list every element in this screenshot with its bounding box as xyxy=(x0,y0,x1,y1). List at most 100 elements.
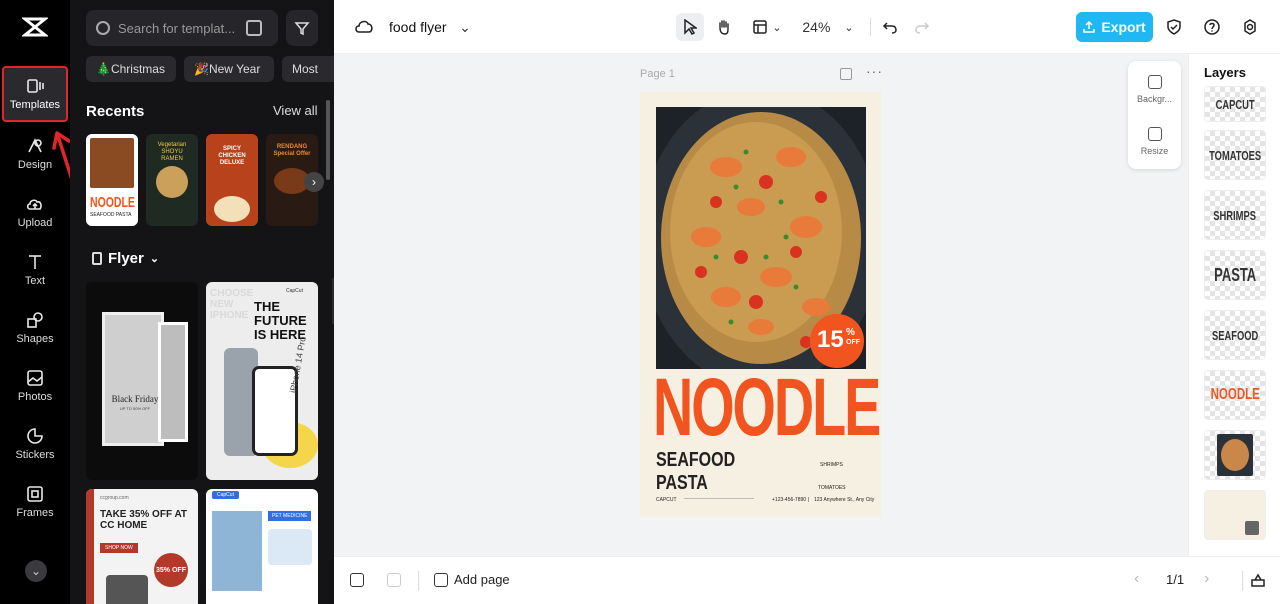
duplicate-icon[interactable] xyxy=(350,573,364,587)
poster-small-right-1[interactable]: SHRIMPS xyxy=(820,462,843,468)
document-name[interactable]: food flyer xyxy=(389,19,447,35)
poster-headline[interactable]: NOODLE xyxy=(653,364,881,452)
poster-phone[interactable]: +123-456-7890 xyxy=(772,497,806,503)
zoom-level: 24% xyxy=(802,19,831,35)
settings-button[interactable] xyxy=(1240,13,1260,41)
capcut-logo xyxy=(22,17,48,37)
layer-item[interactable]: NOODLE xyxy=(1204,370,1266,420)
poster-small-right-2[interactable]: TOMATOES xyxy=(818,485,846,491)
layer-item[interactable]: TOMATOES xyxy=(1204,130,1266,180)
recents-title: Recents xyxy=(86,103,145,120)
chip-new-year[interactable]: 🎉New Year xyxy=(184,56,274,82)
recent-thumb-chicken[interactable]: SPICY CHICKEN DELUXE xyxy=(206,134,258,226)
layer-item[interactable]: SHRIMPS xyxy=(1204,190,1266,240)
poster-brand[interactable]: CAPCUT xyxy=(656,497,677,503)
poster-sub1[interactable]: SEAFOOD xyxy=(656,449,735,471)
layer-item-background[interactable] xyxy=(1204,490,1266,540)
app-root: Templates Design Upload Text Shapes Phot… xyxy=(0,0,1280,604)
help-button[interactable] xyxy=(1202,13,1222,41)
thumb-cta: SHOP NOW xyxy=(100,543,138,553)
add-page-icon xyxy=(434,572,448,587)
resize-icon xyxy=(1147,127,1162,141)
rail-item-templates[interactable]: Templates xyxy=(2,66,68,122)
thumb-brand: ccgroup.com xyxy=(100,495,129,501)
layers-title: Layers xyxy=(1204,65,1246,80)
redo-icon xyxy=(915,22,930,34)
left-rail: Templates Design Upload Text Shapes Phot… xyxy=(0,0,70,604)
page-manager-icon[interactable] xyxy=(1250,572,1266,588)
rail-item-text[interactable]: Text xyxy=(2,242,68,298)
prev-page-icon[interactable]: ‹ xyxy=(1134,570,1139,588)
thumb-photo-2 xyxy=(268,529,312,565)
chip-most[interactable]: Most xyxy=(282,56,334,82)
redo-button[interactable] xyxy=(912,13,932,41)
rail-item-label: Frames xyxy=(16,507,54,519)
thumb-title: Vegetarian SHOYU RAMEN xyxy=(157,142,187,162)
layers-panel: Layers CAPCUT TOMATOES SHRIMPS PASTA SEA… xyxy=(1188,54,1280,556)
rail-more-button[interactable]: ⌄ xyxy=(25,560,47,582)
more-options-icon[interactable]: ··· xyxy=(866,63,883,79)
canvas-area[interactable]: Page 1 ··· 15 % OFF NOODLE SEAFOOD PASTA… xyxy=(334,54,1188,556)
rail-item-label: Text xyxy=(24,275,46,287)
search-box[interactable] xyxy=(86,10,278,46)
poster-address[interactable]: 123 Anywhere St., Any City xyxy=(814,497,874,503)
flyer-thumb-pet-medicine[interactable]: CapCut PET MEDICINE xyxy=(206,489,318,604)
rail-item-stickers[interactable]: Stickers xyxy=(2,416,68,472)
gear-icon xyxy=(1244,19,1256,35)
chip-christmas[interactable]: 🎄Christmas xyxy=(86,56,176,82)
thumb-badge: 35% OFF xyxy=(154,553,188,587)
background-button[interactable]: Backgr... xyxy=(1128,75,1181,104)
flyer-thumb-iphone[interactable]: CHOOSE NEW IPHONE CapCut THE FUTURE IS H… xyxy=(206,282,318,480)
view-all-link[interactable]: View all xyxy=(273,103,318,118)
shield-button[interactable] xyxy=(1164,13,1184,41)
thumb-bowl-image xyxy=(156,166,188,198)
discount-badge[interactable]: 15 % OFF xyxy=(810,314,864,368)
flyer-poster[interactable]: 15 % OFF NOODLE SEAFOOD PASTA SHRIMPS TO… xyxy=(640,92,881,517)
next-page-icon[interactable]: › xyxy=(1204,570,1209,588)
flyer-thumb-cc-home[interactable]: ccgroup.com TAKE 35% OFF AT CC HOME SHOP… xyxy=(86,489,198,604)
duplicate-page-icon[interactable] xyxy=(840,68,852,80)
background-layer-icon xyxy=(1245,521,1259,535)
help-icon xyxy=(1204,19,1220,35)
layer-item[interactable]: CAPCUT xyxy=(1204,86,1266,122)
recent-thumb-noodle[interactable]: NOODLE SEAFOOD PASTA xyxy=(86,134,138,226)
undo-button[interactable] xyxy=(880,13,900,41)
zoom-dropdown[interactable]: 24% ⌄ xyxy=(798,13,858,41)
recent-thumb-ramen[interactable]: Vegetarian SHOYU RAMEN xyxy=(146,134,198,226)
image-search-icon[interactable] xyxy=(246,20,262,36)
thumb-title: THE FUTURE IS HERE xyxy=(254,299,307,342)
search-input[interactable] xyxy=(118,20,240,36)
thumb-accent-bar xyxy=(86,489,94,604)
thumb-product-image xyxy=(106,575,148,604)
rail-item-shapes[interactable]: Shapes xyxy=(2,300,68,356)
flyer-category-dropdown[interactable]: Flyer ⌄ xyxy=(92,250,159,267)
cloud-icon[interactable] xyxy=(354,18,374,34)
trash-icon[interactable] xyxy=(387,573,401,587)
search-icon xyxy=(96,21,110,35)
filter-button[interactable] xyxy=(286,10,318,46)
layer-item[interactable]: PASTA xyxy=(1204,250,1266,300)
resize-button[interactable]: Resize xyxy=(1128,127,1181,156)
bottom-divider xyxy=(418,571,419,591)
rail-item-label: Shapes xyxy=(16,333,54,345)
hand-tool-button[interactable] xyxy=(710,13,738,41)
layer-item-image[interactable] xyxy=(1204,430,1266,480)
layer-item[interactable]: SEAFOOD xyxy=(1204,310,1266,360)
doc-menu-chevron-icon[interactable]: ⌄ xyxy=(458,13,472,41)
poster-sub2[interactable]: PASTA xyxy=(656,472,708,494)
select-tool-button[interactable] xyxy=(676,13,704,41)
recents-next-button[interactable]: › xyxy=(304,172,324,192)
thumb-title: NOODLE xyxy=(90,194,135,211)
rail-item-photos[interactable]: Photos xyxy=(2,358,68,414)
thumb-subtitle: UP TO 50% OFF xyxy=(119,406,151,411)
rail-item-upload[interactable]: Upload xyxy=(2,184,68,240)
thumb-title: TAKE 35% OFF AT CC HOME xyxy=(100,509,188,531)
layout-dropdown[interactable]: ⌄ xyxy=(748,13,786,41)
rail-item-frames[interactable]: Frames xyxy=(2,474,68,530)
thumb-side-text: iPhone 14 Pro xyxy=(288,335,308,394)
panel-scrollbar[interactable] xyxy=(326,100,330,180)
add-page-button[interactable]: Add page xyxy=(434,572,510,587)
shield-icon xyxy=(1167,19,1181,35)
export-button[interactable]: Export xyxy=(1076,12,1153,42)
flyer-thumb-black-friday[interactable]: Black Friday UP TO 50% OFF xyxy=(86,282,198,480)
